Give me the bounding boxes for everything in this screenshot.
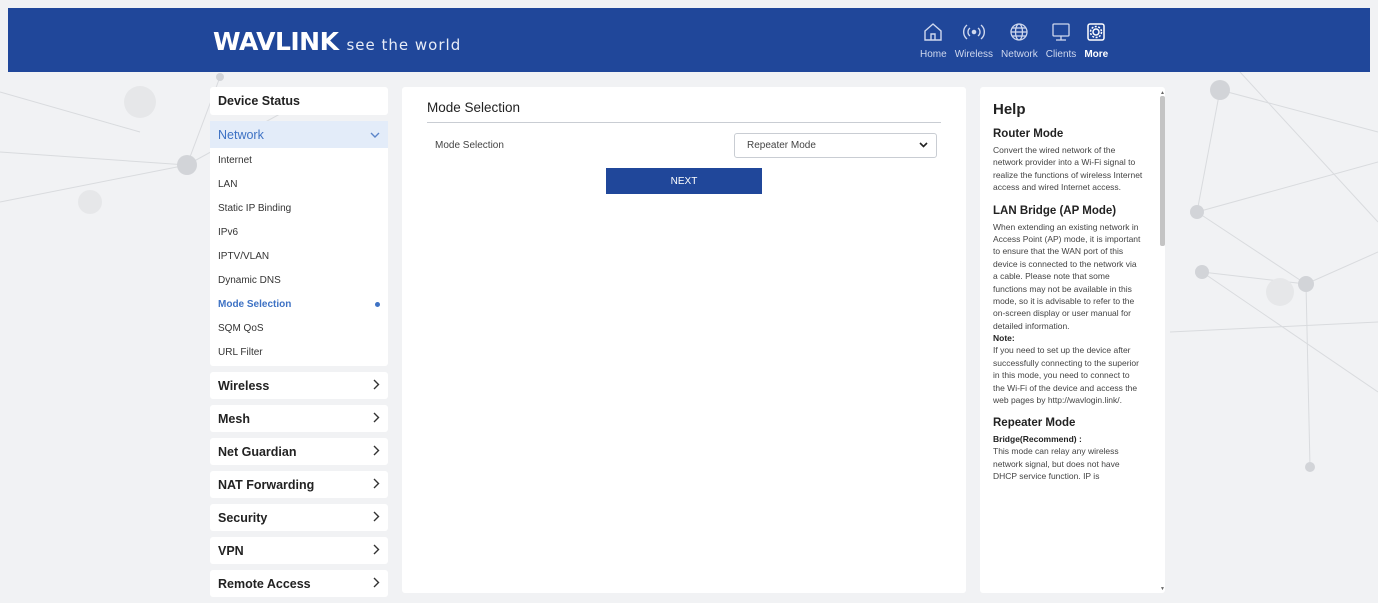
chevron-right-icon	[373, 444, 380, 459]
nav-home[interactable]: Home	[920, 20, 947, 60]
sidebar-item-wireless[interactable]: Wireless	[210, 372, 388, 399]
chevron-down-icon	[919, 140, 928, 151]
scroll-thumb[interactable]	[1160, 96, 1165, 246]
title-divider	[427, 122, 941, 123]
chevron-right-icon	[373, 543, 380, 558]
nav-network-label: Network	[1001, 49, 1038, 60]
scroll-down-arrow-icon[interactable]: ▼	[1160, 586, 1165, 592]
chevron-right-icon	[373, 477, 380, 492]
top-navigation-bar: WAVLINK see the world Home Wireless Netw…	[8, 8, 1370, 72]
help-bridge-text: When extending an existing network in Ac…	[993, 221, 1141, 331]
sidebar-device-status[interactable]: Device Status	[210, 87, 388, 115]
nav-clients-label: Clients	[1045, 49, 1077, 60]
sidebar-subitem-dynamic-dns[interactable]: Dynamic DNS	[210, 268, 388, 292]
help-title: Help	[993, 101, 1026, 118]
globe-icon	[1007, 20, 1031, 44]
nav-network[interactable]: Network	[1001, 20, 1038, 60]
help-repeater-text: This mode can relay any wireless network…	[993, 446, 1120, 482]
chevron-right-icon	[373, 576, 380, 591]
sidebar-subitem-sqm-qos[interactable]: SQM QoS	[210, 316, 388, 340]
chevron-right-icon	[373, 411, 380, 426]
sidebar: Device Status Network Internet LAN Stati…	[210, 87, 388, 603]
help-panel: Help Router Mode Convert the wired netwo…	[980, 87, 1165, 593]
sidebar-item-security[interactable]: Security	[210, 504, 388, 531]
sidebar-subitem-label: URL Filter	[218, 346, 263, 358]
sidebar-subitem-label: IPTV/VLAN	[218, 250, 270, 262]
monitor-icon	[1049, 20, 1073, 44]
sidebar-subitem-label: LAN	[218, 178, 238, 190]
help-bridge-heading: LAN Bridge (AP Mode)	[993, 204, 1117, 217]
sidebar-subitem-label: SQM QoS	[218, 322, 264, 334]
sidebar-subitem-mode-selection[interactable]: Mode Selection	[210, 292, 388, 316]
sidebar-item-network[interactable]: Network	[210, 121, 388, 148]
nav-clients[interactable]: Clients	[1045, 20, 1077, 60]
sidebar-item-mesh[interactable]: Mesh	[210, 405, 388, 432]
sidebar-item-label: Device Status	[218, 94, 300, 108]
settings-icon	[1084, 20, 1108, 44]
home-icon	[921, 20, 945, 44]
nav-wireless-label: Wireless	[954, 49, 994, 60]
help-scrollbar[interactable]: ▲ ▼	[1160, 90, 1165, 592]
active-indicator-dot	[375, 301, 380, 307]
next-button[interactable]: NEXT	[606, 168, 762, 194]
mode-selection-select[interactable]: Repeater Mode	[734, 133, 937, 158]
sidebar-subitem-url-filter[interactable]: URL Filter	[210, 340, 388, 364]
main-panel: Mode Selection Mode Selection Repeater M…	[402, 87, 966, 593]
sidebar-item-net-guardian[interactable]: Net Guardian	[210, 438, 388, 465]
sidebar-item-label: Security	[218, 510, 268, 525]
sidebar-item-label: Net Guardian	[218, 444, 297, 459]
help-repeater-subheading: Bridge(Recommend) :	[993, 434, 1082, 445]
wireless-icon	[962, 20, 986, 44]
sidebar-subitem-iptv-vlan[interactable]: IPTV/VLAN	[210, 244, 388, 268]
help-router-text: Convert the wired network of the network…	[993, 145, 1143, 193]
sidebar-item-label: Remote Access	[218, 576, 311, 591]
sidebar-subitem-label: Static IP Binding	[218, 202, 292, 214]
sidebar-item-label: Wireless	[218, 378, 270, 393]
sidebar-network-group: Network Internet LAN Static IP Binding I…	[210, 121, 388, 366]
brand-logo[interactable]: WAVLINK see the world	[213, 27, 461, 56]
help-router-heading: Router Mode	[993, 128, 1064, 140]
mode-selection-value: Repeater Mode	[747, 140, 816, 151]
sidebar-subitem-ipv6[interactable]: IPv6	[210, 220, 388, 244]
sidebar-subitem-static-ip-binding[interactable]: Static IP Binding	[210, 196, 388, 220]
sidebar-subitem-label: Dynamic DNS	[218, 274, 281, 286]
sidebar-subitem-label: IPv6	[218, 226, 239, 238]
sidebar-subitem-label: Internet	[218, 154, 252, 166]
sidebar-item-label: Network	[218, 127, 264, 142]
help-note-label: Note:	[993, 333, 1015, 344]
brand-name: WAVLINK	[213, 27, 339, 56]
sidebar-item-remote-access[interactable]: Remote Access	[210, 570, 388, 597]
chevron-right-icon	[373, 510, 380, 525]
nav-more[interactable]: More	[1084, 20, 1108, 60]
mode-selection-label: Mode Selection	[435, 140, 504, 151]
nav-wireless[interactable]: Wireless	[955, 20, 993, 60]
sidebar-item-nat-forwarding[interactable]: NAT Forwarding	[210, 471, 388, 498]
sidebar-subitem-internet[interactable]: Internet	[210, 148, 388, 172]
nav-home-label: Home	[920, 49, 947, 60]
sidebar-item-label: VPN	[218, 543, 244, 558]
sidebar-subitem-label: Mode Selection	[218, 298, 292, 310]
sidebar-item-label: Mesh	[218, 411, 250, 426]
sidebar-subitem-lan[interactable]: LAN	[210, 172, 388, 196]
chevron-right-icon	[373, 378, 380, 393]
page-title: Mode Selection	[427, 100, 521, 115]
sidebar-item-vpn[interactable]: VPN	[210, 537, 388, 564]
chevron-down-icon	[370, 127, 380, 142]
brand-tagline: see the world	[346, 36, 462, 54]
help-repeater-heading: Repeater Mode	[993, 417, 1076, 430]
sidebar-item-label: NAT Forwarding	[218, 477, 315, 492]
nav-more-label: More	[1084, 49, 1109, 60]
help-note-text: If you need to set up the device after s…	[993, 345, 1139, 405]
main-nav: Home Wireless Network Clients More	[920, 20, 1116, 60]
